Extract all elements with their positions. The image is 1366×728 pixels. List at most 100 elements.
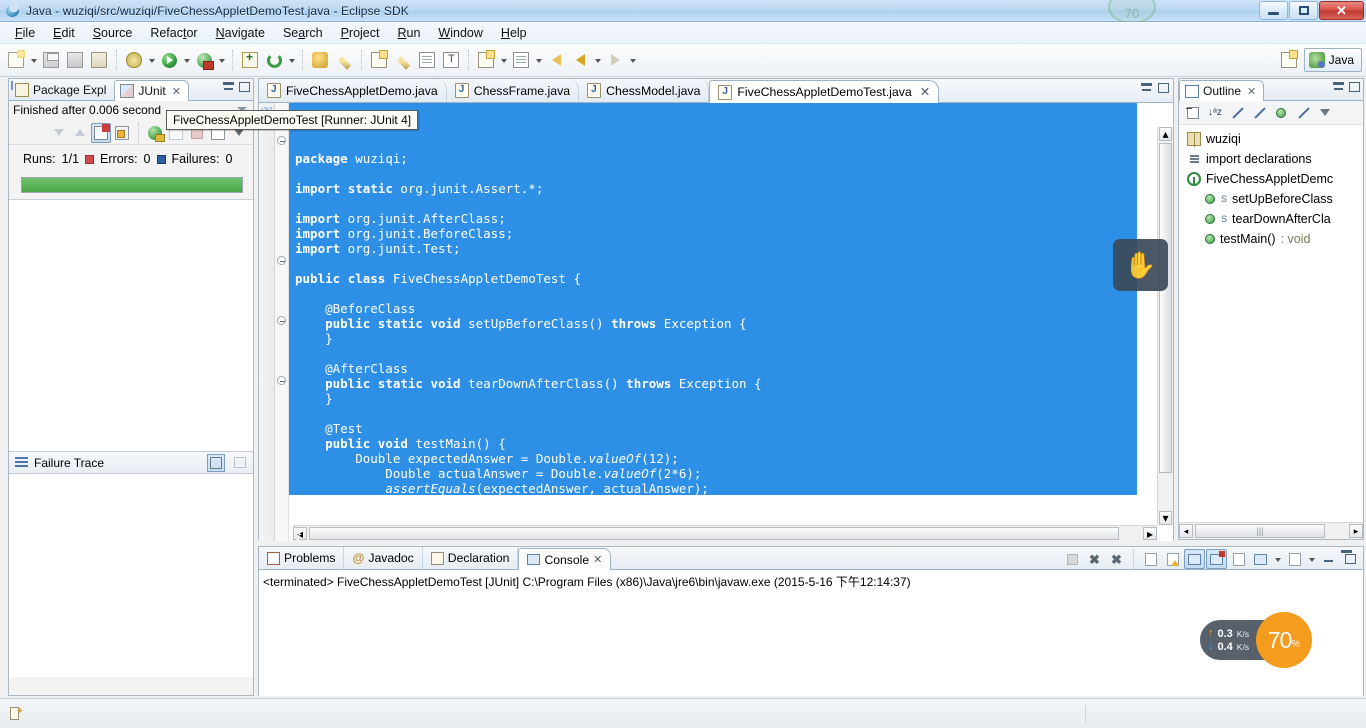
annotation-button[interactable] (392, 49, 414, 71)
close-button[interactable]: ✕ (1319, 1, 1364, 20)
print-button[interactable] (88, 49, 110, 71)
save-button[interactable] (40, 49, 62, 71)
fold-marker-imports[interactable] (277, 136, 286, 145)
junit-maximize-button[interactable] (239, 82, 250, 92)
fold-marker-test[interactable] (277, 376, 286, 385)
maximize-button[interactable] (1289, 1, 1318, 20)
editor-tab-fivechessappletdemotest[interactable]: FiveChessAppletDemoTest.java ✕ (709, 80, 940, 103)
back-button[interactable] (569, 49, 591, 71)
hide-local-types-button[interactable] (1293, 103, 1313, 123)
tab-problems[interactable]: Problems (259, 547, 345, 569)
run-button[interactable] (158, 49, 180, 71)
fold-marker-beforeclass[interactable] (277, 256, 286, 265)
show-failures-only-button[interactable] (91, 122, 111, 143)
new-wizard-dropdown[interactable] (28, 49, 39, 71)
outline-item[interactable]: StearDownAfterCla (1179, 209, 1363, 229)
scroll-up-arrow[interactable]: ▴ (1159, 127, 1172, 141)
tab-console[interactable]: Console ✕ (518, 548, 612, 570)
close-icon[interactable]: ✕ (172, 85, 181, 98)
outline-item[interactable]: import declarations (1179, 149, 1363, 169)
outline-item[interactable]: wuziqi (1179, 129, 1363, 149)
open-type-button[interactable] (309, 49, 331, 71)
console-minimize-button[interactable] (1318, 549, 1339, 569)
console-maximize-button[interactable] (1340, 549, 1361, 569)
hide-static-button[interactable] (1249, 103, 1269, 123)
display-console-button[interactable] (1250, 549, 1271, 569)
save-all-button[interactable] (64, 49, 86, 71)
sort-button[interactable]: ↓ᵃz (1205, 103, 1225, 123)
menu-file[interactable]: File (6, 24, 44, 42)
tab-declaration[interactable]: Declaration (423, 547, 519, 569)
outline-horizontal-scrollbar[interactable]: ◂ ||| ▸ (1179, 522, 1363, 539)
menu-window[interactable]: Window (429, 24, 491, 42)
new-package-dropdown[interactable] (286, 49, 297, 71)
outline-maximize-button[interactable] (1349, 82, 1360, 92)
menu-run[interactable]: Run (388, 24, 429, 42)
network-percent-badge[interactable]: 70 % (1256, 612, 1312, 668)
open-task-button[interactable] (333, 49, 355, 71)
menu-refactor[interactable]: Refactor (141, 24, 206, 42)
scroll-lock-button[interactable] (112, 123, 132, 143)
tab-junit[interactable]: JUnit ✕ (114, 80, 189, 101)
show-on-error-button[interactable] (1206, 549, 1227, 569)
menu-edit[interactable]: Edit (44, 24, 84, 42)
show-on-output-button[interactable] (1184, 549, 1205, 569)
last-edit-location-button[interactable] (545, 49, 567, 71)
external-tools-dropdown[interactable] (216, 49, 227, 71)
rerun-test-button[interactable] (145, 123, 165, 143)
search-button[interactable] (368, 49, 390, 71)
menu-project[interactable]: Project (332, 24, 389, 42)
tab-outline[interactable]: Outline ✕ (1179, 80, 1265, 101)
menu-help[interactable]: Help (492, 24, 536, 42)
next-failure-button[interactable] (49, 123, 69, 143)
new-java-class-button[interactable] (239, 49, 261, 71)
new-wizard-button[interactable] (5, 49, 27, 71)
remove-launch-button[interactable]: ✖ (1084, 549, 1105, 569)
outline-hscroll-thumb[interactable]: ||| (1195, 524, 1325, 538)
previous-annotation-button[interactable] (510, 49, 532, 71)
outline-scroll-left[interactable]: ◂ (1179, 524, 1193, 538)
outline-scroll-right[interactable]: ▸ (1349, 524, 1363, 538)
next-annotation-button[interactable] (475, 49, 497, 71)
pin-console-button[interactable] (1228, 549, 1249, 569)
fold-marker-afterclass[interactable] (277, 316, 286, 325)
editor-tab-fivechessappletdemo[interactable]: FiveChessAppletDemo.java (259, 79, 447, 102)
junit-test-tree[interactable] (9, 199, 253, 451)
menu-search[interactable]: Search (274, 24, 332, 42)
compare-result-button[interactable] (207, 453, 225, 472)
editor-marker-bar[interactable] (259, 103, 275, 541)
debug-dropdown[interactable] (146, 49, 157, 71)
editor-maximize-button[interactable] (1158, 83, 1169, 93)
previous-failure-button[interactable] (70, 123, 90, 143)
open-perspective-button[interactable] (1277, 48, 1301, 72)
menu-navigate[interactable]: Navigate (207, 24, 274, 42)
hide-nonpublic-button[interactable] (1271, 103, 1291, 123)
toggle-block-selection-button[interactable] (416, 49, 438, 71)
collapse-all-button[interactable] (1183, 103, 1203, 123)
new-package-button[interactable] (263, 49, 285, 71)
display-console-dropdown[interactable] (1272, 548, 1283, 570)
run-dropdown[interactable] (181, 49, 192, 71)
remove-all-button[interactable]: ✖ (1106, 549, 1127, 569)
scroll-lock-button[interactable] (1162, 549, 1183, 569)
hide-fields-button[interactable] (1227, 103, 1247, 123)
outline-item[interactable]: FiveChessAppletDemc (1179, 169, 1363, 189)
close-icon[interactable]: ✕ (920, 85, 930, 99)
open-console-button[interactable] (1284, 549, 1305, 569)
outline-view-menu-button[interactable] (1315, 103, 1335, 123)
external-tools-button[interactable] (193, 49, 215, 71)
perspective-java-button[interactable]: Java (1303, 48, 1362, 72)
editor-tab-chessframe[interactable]: ChessFrame.java (446, 79, 580, 102)
outline-item[interactable]: testMain() : void (1179, 229, 1363, 249)
close-icon[interactable]: ✕ (593, 553, 602, 566)
forward-dropdown[interactable] (627, 49, 638, 71)
close-icon[interactable]: ✕ (1247, 85, 1256, 98)
tab-javadoc[interactable]: @ Javadoc (344, 547, 423, 569)
menu-source[interactable]: Source (84, 24, 142, 42)
forward-button[interactable] (604, 49, 626, 71)
failure-trace-content[interactable] (9, 474, 253, 677)
tab-package-explorer[interactable]: Package Expl (9, 79, 114, 100)
editor-tab-chessmodel[interactable]: ChessModel.java (579, 79, 710, 102)
editor-code-area[interactable]: package wuziqi; import static org.junit.… (289, 103, 1173, 541)
console-output[interactable]: <terminated> FiveChessAppletDemoTest [JU… (259, 570, 1363, 696)
